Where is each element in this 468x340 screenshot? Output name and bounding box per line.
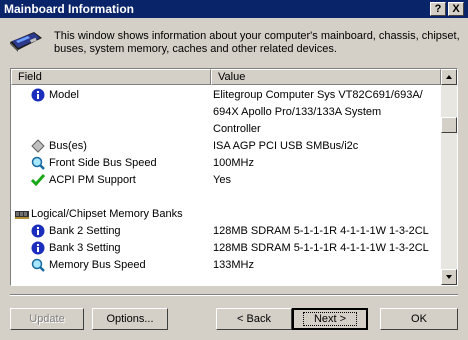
- back-button[interactable]: < Back: [216, 308, 292, 330]
- header-description: This window shows information about your…: [54, 30, 460, 55]
- list-item[interactable]: Bank 2 Setting 128MB SDRAM 5-1-1-1R 4-1-…: [11, 223, 441, 239]
- list-item[interactable]: Model Elitegroup Computer Sys VT82C691/6…: [11, 87, 441, 103]
- mainboard-info-window: Mainboard Information ? X This window sh…: [0, 0, 468, 340]
- group-label: Logical/Chipset Memory Banks: [31, 208, 183, 220]
- options-button[interactable]: Options...: [92, 308, 168, 330]
- info-icon: [31, 88, 45, 102]
- field-label: ACPI PM Support: [49, 174, 136, 186]
- ok-button-label: OK: [411, 313, 427, 325]
- options-button-label: Options...: [106, 313, 154, 325]
- field-value: Elitegroup Computer Sys VT82C691/693A/: [213, 89, 423, 101]
- list-item[interactable]: Controller: [11, 121, 441, 137]
- field-value: 694X Apollo Pro/133/133A System: [213, 106, 382, 118]
- list-item[interactable]: 694X Apollo Pro/133/133A System: [11, 104, 441, 120]
- list-item[interactable]: ACPI PM Support Yes: [11, 172, 441, 188]
- triangle-down-icon: [446, 275, 452, 279]
- magnifier-icon: [31, 156, 45, 170]
- list-item[interactable]: Bus(es) ISA AGP PCI USB SMBus/i2c: [11, 138, 441, 154]
- field-label: Front Side Bus Speed: [49, 157, 157, 169]
- list-item[interactable]: Front Side Bus Speed 100MHz: [11, 155, 441, 171]
- list-item[interactable]: Bank 3 Setting 128MB SDRAM 5-1-1-1R 4-1-…: [11, 240, 441, 256]
- field-label: Bus(es): [49, 140, 87, 152]
- update-button-label: Update: [29, 313, 65, 325]
- mainboard-card-icon: [10, 32, 42, 52]
- update-button[interactable]: Update: [10, 308, 84, 330]
- info-icon: [31, 224, 45, 238]
- scroll-down-button[interactable]: [441, 269, 457, 285]
- title-bar: Mainboard Information ? X: [0, 0, 468, 18]
- divider: [10, 294, 458, 296]
- column-header-field[interactable]: Field: [11, 69, 211, 85]
- field-value: Yes: [213, 174, 231, 186]
- list-item[interactable]: Memory Bus Speed 133MHz: [11, 257, 441, 273]
- field-value: Controller: [213, 123, 261, 135]
- memory-chip-icon: [15, 211, 29, 219]
- vertical-scrollbar[interactable]: [441, 69, 457, 285]
- help-button[interactable]: ?: [430, 2, 446, 16]
- field-label: Bank 2 Setting: [49, 225, 121, 237]
- magnifier-icon: [31, 258, 45, 272]
- info-icon: [31, 241, 45, 255]
- scroll-up-button[interactable]: [441, 69, 457, 85]
- info-listview[interactable]: Field Value Model Elitegroup Computer Sy…: [10, 68, 458, 286]
- field-label: Memory Bus Speed: [49, 259, 146, 271]
- window-title: Mainboard Information: [4, 2, 134, 16]
- field-value: ISA AGP PCI USB SMBus/i2c: [213, 140, 359, 152]
- list-group-header[interactable]: Logical/Chipset Memory Banks: [11, 206, 441, 222]
- field-label: Bank 3 Setting: [49, 242, 121, 254]
- ok-button[interactable]: OK: [380, 308, 458, 330]
- field-value: 133MHz: [213, 259, 254, 271]
- bus-diamond-icon: [31, 139, 45, 153]
- field-value: 128MB SDRAM 5-1-1-1R 4-1-1-1W 1-3-2CL: [213, 225, 429, 237]
- back-button-label: < Back: [237, 313, 271, 325]
- next-button[interactable]: Next >: [292, 308, 368, 330]
- triangle-up-icon: [446, 75, 452, 79]
- close-button[interactable]: X: [448, 2, 464, 16]
- next-button-label: Next >: [302, 312, 358, 326]
- scroll-thumb[interactable]: [441, 117, 457, 133]
- field-value: 100MHz: [213, 157, 254, 169]
- field-label: Model: [49, 89, 79, 101]
- column-header-value[interactable]: Value: [211, 69, 441, 85]
- checkmark-icon: [31, 174, 45, 187]
- field-value: 128MB SDRAM 5-1-1-1R 4-1-1-1W 1-3-2CL: [213, 242, 429, 254]
